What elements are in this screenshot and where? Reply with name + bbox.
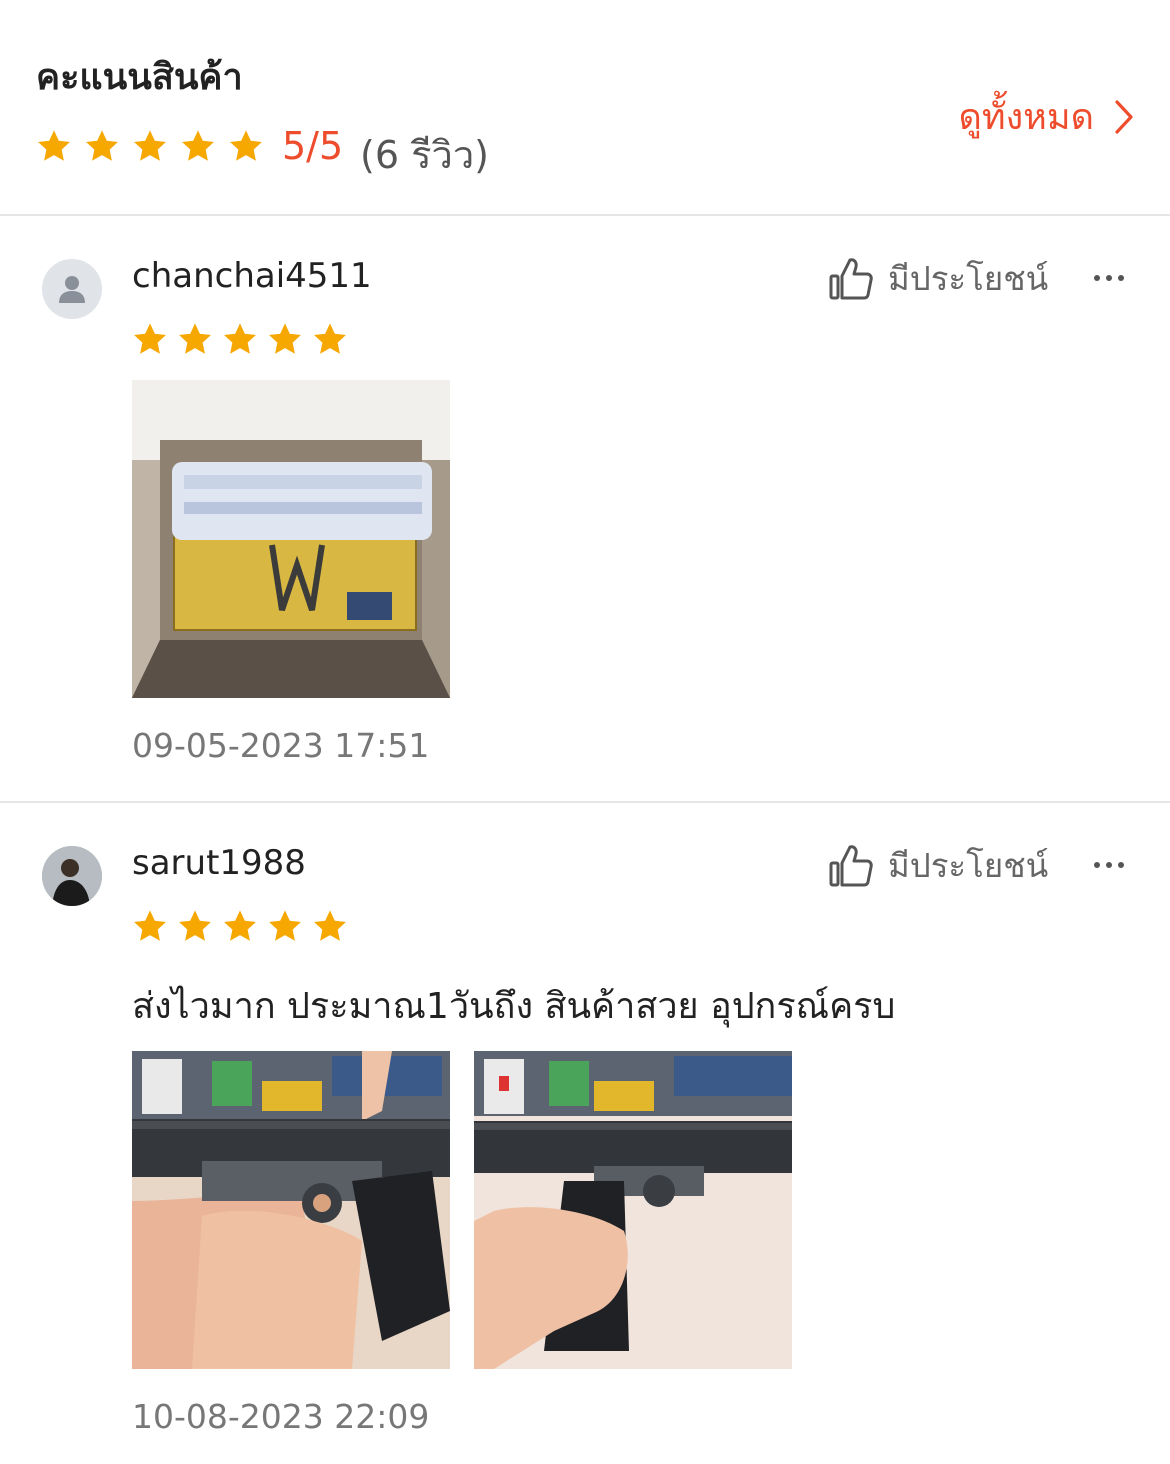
more-options-button[interactable] <box>1094 862 1124 868</box>
star-icon <box>132 321 168 357</box>
rating-score: 5/5 <box>282 124 344 168</box>
review-timestamp: 09-05-2023 17:51 <box>132 726 430 765</box>
avatar[interactable] <box>42 259 102 319</box>
star-icon <box>132 908 168 944</box>
star-icon <box>177 908 213 944</box>
dot-icon <box>1106 862 1112 868</box>
star-icon <box>312 321 348 357</box>
review-photo-pistol-grip[interactable] <box>474 1051 792 1369</box>
star-icon <box>222 321 258 357</box>
dot-icon <box>1094 275 1100 281</box>
star-icon <box>84 128 120 164</box>
reviewer-username: chanchai4511 <box>132 256 372 296</box>
star-icon <box>228 128 264 164</box>
summary-star-rating <box>36 128 264 164</box>
helpful-button[interactable]: มีประโยชน์ <box>828 252 1048 305</box>
user-photo-icon <box>42 846 102 906</box>
star-icon <box>36 128 72 164</box>
star-icon <box>132 128 168 164</box>
chevron-right-icon <box>1115 99 1133 134</box>
avatar[interactable] <box>42 846 102 906</box>
dot-icon <box>1118 275 1124 281</box>
star-icon <box>267 321 303 357</box>
thumbs-up-icon <box>829 844 873 886</box>
more-options-button[interactable] <box>1094 275 1124 281</box>
star-icon <box>222 908 258 944</box>
review-photo-pistol-side[interactable] <box>132 1051 450 1369</box>
star-icon <box>180 128 216 164</box>
helpful-button[interactable]: มีประโยชน์ <box>828 839 1048 892</box>
review-timestamp: 10-08-2023 22:09 <box>132 1397 430 1436</box>
review-item: chanchai4511 มีประโยชน์ 09-05-2023 17:51 <box>0 216 1170 801</box>
review-star-rating <box>132 908 348 944</box>
star-icon <box>177 321 213 357</box>
dot-icon <box>1118 862 1124 868</box>
helpful-label: มีประโยชน์ <box>888 846 1049 885</box>
star-icon <box>267 908 303 944</box>
review-item: sarut1988 มีประโยชน์ ส่งไวมาก ประมาณ1วัน… <box>0 803 1170 1464</box>
review-text: ส่งไวมาก ประมาณ1วันถึง สินค้าสวย อุปกรณ์… <box>132 986 896 1027</box>
user-icon <box>59 276 85 303</box>
thumbs-up-icon <box>829 257 873 299</box>
rating-summary: คะแนนสินค้า 5/5 (6 รีวิว) ดูทั้งหมด <box>0 0 1170 215</box>
review-star-rating <box>132 321 348 357</box>
see-all-label: ดูทั้งหมด <box>958 97 1094 138</box>
review-count: (6 รีวิว) <box>360 133 489 177</box>
star-icon <box>312 908 348 944</box>
see-all-reviews-link[interactable]: ดูทั้งหมด <box>958 88 1136 145</box>
review-photo-box[interactable] <box>132 380 450 698</box>
rating-summary-title: คะแนนสินค้า <box>36 57 243 98</box>
reviewer-username: sarut1988 <box>132 843 306 883</box>
helpful-label: มีประโยชน์ <box>888 259 1049 298</box>
dot-icon <box>1106 275 1112 281</box>
dot-icon <box>1094 862 1100 868</box>
